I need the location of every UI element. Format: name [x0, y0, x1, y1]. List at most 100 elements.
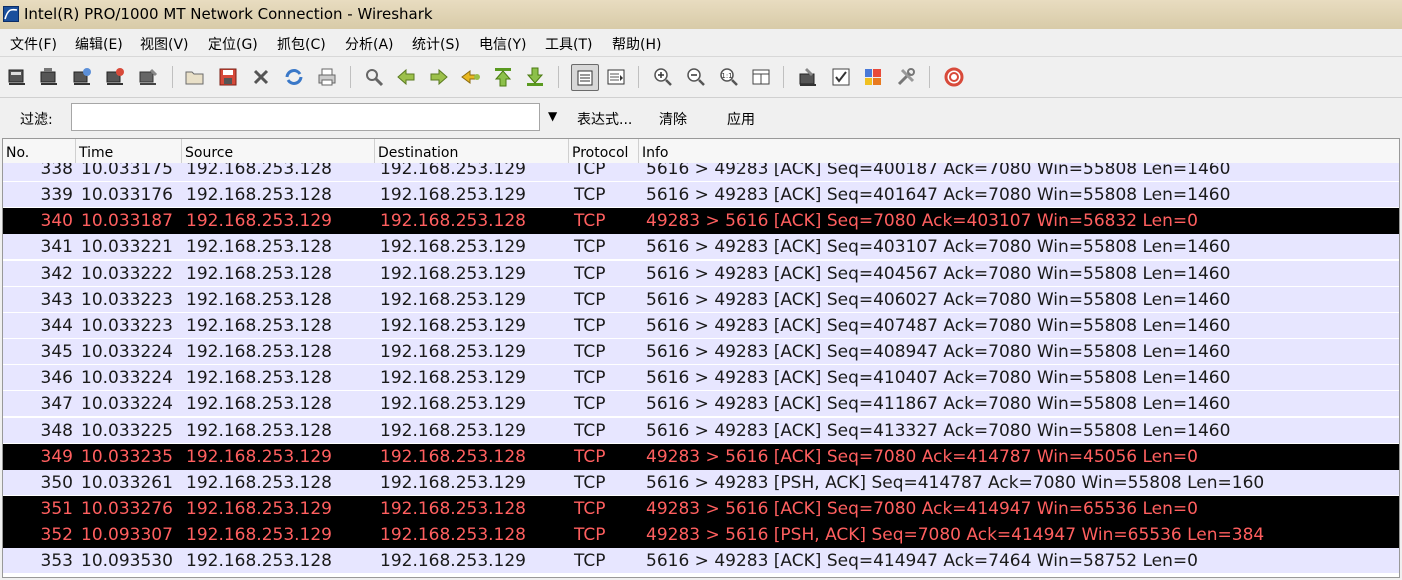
- close-file-icon[interactable]: [250, 66, 272, 88]
- packet-info: 49283 > 5616 [ACK] Seq=7080 Ack=414787 W…: [646, 446, 1198, 467]
- column-header-info[interactable]: Info: [639, 139, 1399, 163]
- reload-icon[interactable]: [283, 66, 305, 88]
- packet-no: 349: [40, 446, 73, 467]
- packet-row[interactable]: 341 10.033221 192.168.253.128 192.168.253.1…: [3, 234, 1399, 261]
- colorize-icon[interactable]: [571, 64, 599, 91]
- zoom-out-icon[interactable]: [685, 66, 707, 88]
- filter-dropdown-arrow-icon[interactable]: ▼: [548, 109, 557, 123]
- coloring-rules-icon[interactable]: [862, 66, 884, 88]
- packet-protocol: TCP: [574, 472, 606, 493]
- options-icon[interactable]: [38, 66, 60, 88]
- packet-row[interactable]: 352 10.093307 192.168.253.129 192.168.253.1…: [3, 522, 1399, 549]
- clear-button[interactable]: 清除: [659, 109, 687, 129]
- packet-row[interactable]: 351 10.033276 192.168.253.129 192.168.253.1…: [3, 495, 1399, 522]
- find-icon[interactable]: [363, 66, 385, 88]
- column-header-source[interactable]: Source: [182, 139, 375, 163]
- packet-info: 5616 > 49283 [ACK] Seq=411867 Ack=7080 W…: [646, 394, 1231, 415]
- help-icon[interactable]: [943, 66, 965, 88]
- title-bar[interactable]: Intel(R) PRO/1000 MT Network Connection …: [0, 0, 1402, 30]
- column-header-protocol[interactable]: Protocol: [569, 139, 639, 163]
- menu-capture[interactable]: 抓包(C): [277, 34, 326, 54]
- display-filter-input[interactable]: [71, 103, 540, 131]
- packet-row[interactable]: 346 10.033224 192.168.253.128 192.168.253.1…: [3, 365, 1399, 392]
- packet-destination: 192.168.253.129: [380, 289, 527, 310]
- packet-protocol: TCP: [574, 211, 606, 232]
- packet-row[interactable]: 342 10.033222 192.168.253.128 192.168.253.1…: [3, 260, 1399, 287]
- zoom-normal-icon[interactable]: 1:1: [718, 66, 740, 88]
- go-first-icon[interactable]: [492, 66, 514, 88]
- toolbar-separator: [558, 66, 559, 88]
- go-forward-icon[interactable]: [428, 66, 450, 88]
- packet-row[interactable]: 350 10.033261 192.168.253.128 192.168.253.1…: [3, 469, 1399, 496]
- filter-label: 过滤:: [20, 112, 53, 128]
- interfaces-icon[interactable]: [6, 66, 28, 88]
- packet-protocol: TCP: [574, 498, 606, 519]
- menu-edit[interactable]: 编辑(E): [75, 34, 123, 54]
- packet-protocol: TCP: [574, 394, 606, 415]
- menu-tools[interactable]: 工具(T): [545, 34, 592, 54]
- save-file-icon[interactable]: [217, 66, 239, 88]
- toolbar-separator: [783, 66, 784, 88]
- column-header-time[interactable]: Time: [76, 139, 182, 163]
- menu-view[interactable]: 视图(V): [140, 34, 189, 54]
- open-file-icon[interactable]: [184, 66, 206, 88]
- resize-columns-icon[interactable]: [750, 66, 772, 88]
- packet-destination: 192.168.253.129: [380, 237, 527, 258]
- go-to-packet-icon[interactable]: [460, 66, 482, 88]
- packet-protocol: TCP: [574, 420, 606, 441]
- packet-protocol: TCP: [574, 237, 606, 258]
- packet-row[interactable]: 348 10.033225 192.168.253.128 192.168.253.1…: [3, 417, 1399, 444]
- toolbar-separator: [172, 66, 173, 88]
- toolbar-separator: [929, 66, 930, 88]
- packet-protocol: TCP: [574, 315, 606, 336]
- packet-row[interactable]: 340 10.033187 192.168.253.129 192.168.253.1…: [3, 208, 1399, 235]
- packet-time: 10.033224: [81, 368, 173, 389]
- display-filters-icon[interactable]: [830, 66, 852, 88]
- packet-row[interactable]: 343 10.033223 192.168.253.128 192.168.253.1…: [3, 286, 1399, 313]
- menu-analyze[interactable]: 分析(A): [345, 34, 394, 54]
- zoom-in-icon[interactable]: [652, 66, 674, 88]
- start-capture-icon[interactable]: [71, 66, 93, 88]
- column-header-destination[interactable]: Destination: [375, 139, 569, 163]
- packet-destination: 192.168.253.129: [380, 472, 527, 493]
- packet-row[interactable]: 344 10.033223 192.168.253.128 192.168.253.1…: [3, 312, 1399, 339]
- packet-source: 192.168.253.129: [186, 498, 333, 519]
- toolbar-separator: [638, 66, 639, 88]
- packet-destination: 192.168.253.129: [380, 263, 527, 284]
- packet-no: 353: [40, 551, 73, 572]
- packet-row[interactable]: 353 10.093530 192.168.253.128 192.168.253.1…: [3, 548, 1399, 575]
- go-last-icon[interactable]: [524, 66, 546, 88]
- packet-row[interactable]: 339 10.033176 192.168.253.128 192.168.253.1…: [3, 182, 1399, 209]
- restart-capture-icon[interactable]: [137, 66, 159, 88]
- packet-row[interactable]: 347 10.033224 192.168.253.128 192.168.253.1…: [3, 391, 1399, 418]
- stop-capture-icon[interactable]: [104, 66, 126, 88]
- packet-list[interactable]: No. Time Source Destination Protocol Inf…: [2, 138, 1400, 578]
- packet-time: 10.033187: [81, 211, 173, 232]
- packet-source: 192.168.253.128: [186, 185, 333, 206]
- menu-help[interactable]: 帮助(H): [612, 34, 661, 54]
- capture-filters-icon[interactable]: [797, 66, 819, 88]
- packet-destination: 192.168.253.129: [380, 342, 527, 363]
- column-header-no[interactable]: No.: [3, 139, 76, 163]
- packet-destination: 192.168.253.129: [380, 551, 527, 572]
- packet-info: 5616 > 49283 [ACK] Seq=407487 Ack=7080 W…: [646, 315, 1231, 336]
- expression-button[interactable]: 表达式...: [577, 109, 632, 129]
- packet-no: 347: [40, 394, 73, 415]
- packet-source: 192.168.253.128: [186, 163, 333, 179]
- packet-row[interactable]: 349 10.033235 192.168.253.129 192.168.253.1…: [3, 443, 1399, 470]
- packet-source: 192.168.253.128: [186, 420, 333, 441]
- packet-time: 10.033223: [81, 289, 173, 310]
- packet-info: 5616 > 49283 [ACK] Seq=414947 Ack=7464 W…: [646, 551, 1198, 572]
- auto-scroll-icon[interactable]: [605, 66, 627, 88]
- print-icon[interactable]: [316, 66, 338, 88]
- packet-destination: 192.168.253.129: [380, 315, 527, 336]
- packet-row[interactable]: 338 10.033175 192.168.253.128 192.168.253.1…: [3, 163, 1399, 182]
- preferences-icon[interactable]: [895, 66, 917, 88]
- packet-row[interactable]: 345 10.033224 192.168.253.128 192.168.253.1…: [3, 339, 1399, 366]
- menu-telephony[interactable]: 电信(Y): [479, 34, 526, 54]
- go-back-icon[interactable]: [395, 66, 417, 88]
- menu-go[interactable]: 定位(G): [208, 34, 258, 54]
- menu-statistics[interactable]: 统计(S): [412, 34, 460, 54]
- apply-button[interactable]: 应用: [727, 109, 755, 129]
- menu-file[interactable]: 文件(F): [10, 34, 57, 54]
